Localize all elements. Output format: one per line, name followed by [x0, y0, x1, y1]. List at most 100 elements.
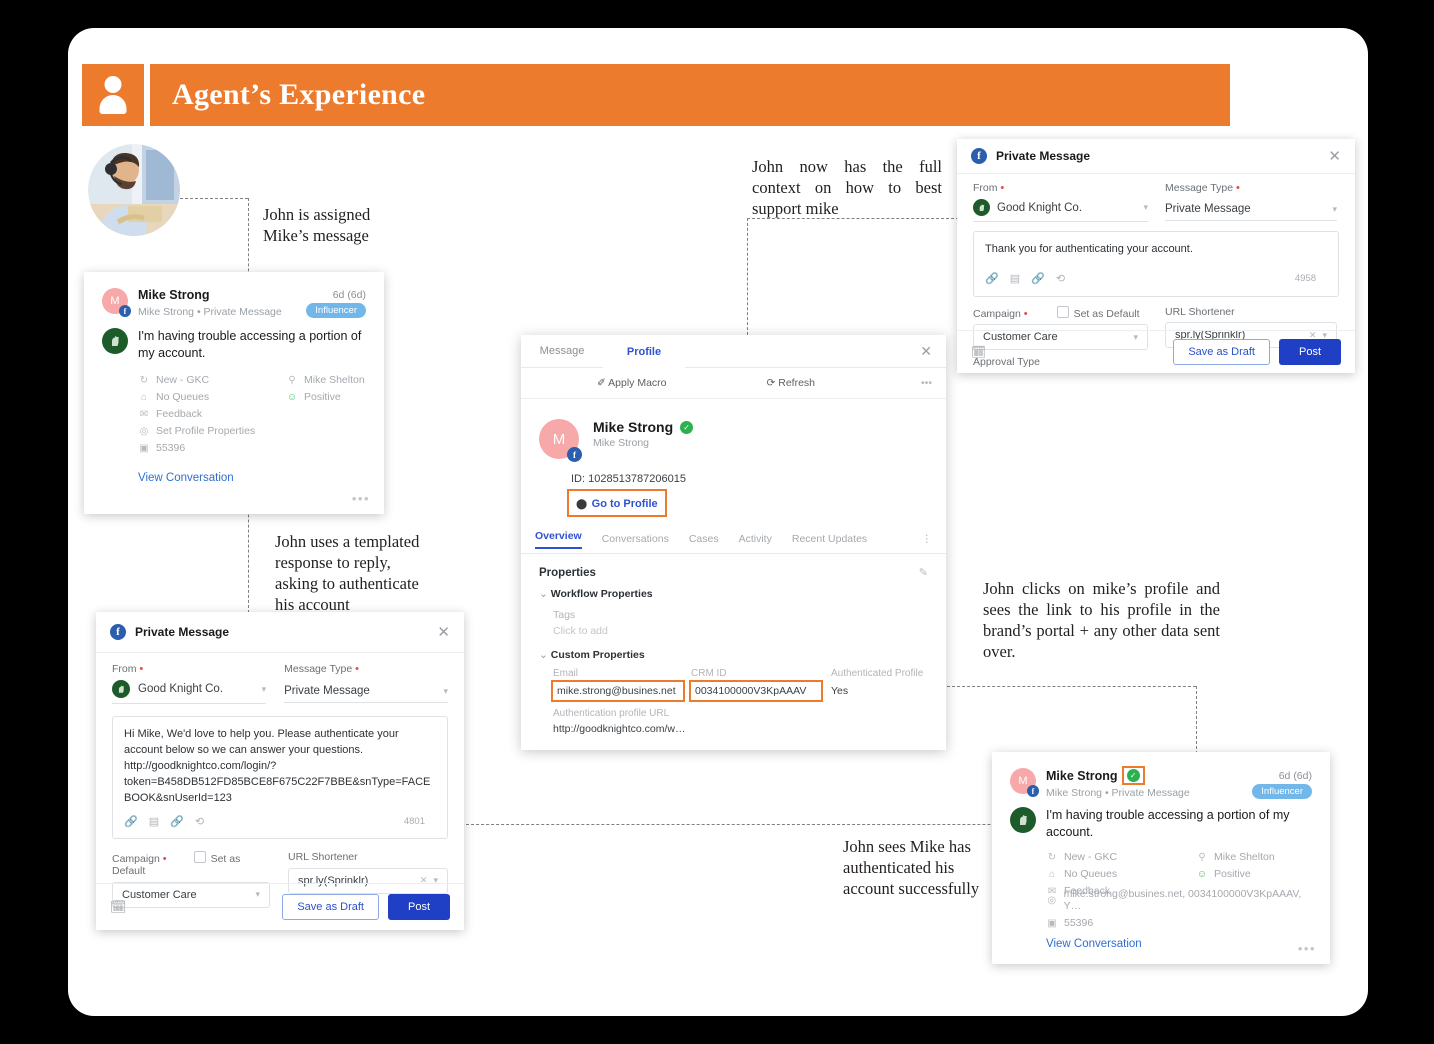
chevron-down-icon: ▾: [1332, 203, 1337, 214]
auth-url-value: http://goodknightco.com/w…: [553, 723, 686, 735]
more-options-icon[interactable]: •••: [352, 491, 370, 506]
link-icon[interactable]: 🔗: [124, 815, 138, 828]
attach-icon[interactable]: 🔗: [170, 815, 184, 828]
tab-cases[interactable]: Cases: [689, 533, 719, 545]
tab-recent-updates[interactable]: Recent Updates: [792, 533, 867, 545]
media-icon[interactable]: ▤: [149, 815, 159, 828]
editor-toolbar[interactable]: 🔗 ▤ 🔗 ⟲ 4801: [124, 815, 436, 828]
set-default-checkbox[interactable]: [1056, 306, 1069, 318]
more-options-icon[interactable]: •••: [1298, 941, 1316, 956]
message-card[interactable]: M f Mike Strong 6d (6d) Mike Strong • Pr…: [84, 272, 384, 514]
from-select[interactable]: Good Knight Co. ▾: [973, 194, 1148, 222]
link-icon[interactable]: 🔗: [985, 272, 999, 285]
message-editor[interactable]: Thank you for authenticating your accoun…: [973, 231, 1339, 297]
tab-activity[interactable]: Activity: [739, 533, 772, 545]
from-value: Good Knight Co.: [997, 201, 1083, 214]
facebook-badge-icon: f: [119, 305, 131, 317]
refresh-button[interactable]: ⟳ Refresh: [767, 377, 816, 389]
screenshot-root: Agent’s Experience John is assigned Mike…: [0, 0, 1434, 1044]
close-icon[interactable]: ✕: [437, 625, 450, 640]
compose-dialog-right[interactable]: f Private Message ✕ From • Good Knight C…: [957, 139, 1355, 373]
queue-icon: ⌂: [140, 391, 148, 403]
meta-assignee: ⚲ Mike Shelton: [286, 374, 364, 386]
note-profile: John clicks on mike’s profile and sees t…: [983, 579, 1220, 662]
profile-name: Mike Strong: [593, 419, 674, 435]
save-draft-button[interactable]: Save as Draft: [282, 894, 379, 920]
meta-profile-props: ◎ mike.strong@busines.net, 0034100000V3Kp…: [1047, 888, 1302, 913]
edit-icon[interactable]: ✎: [919, 566, 928, 579]
profile-id: ID: 1028513787206015: [571, 473, 686, 485]
message-type-label: Message Type •: [1165, 182, 1240, 194]
campaign-label: Campaign • Set as Default: [112, 850, 241, 877]
custom-properties-section[interactable]: ⌄ Custom Properties: [539, 649, 928, 661]
from-select[interactable]: Good Knight Co. ▾: [112, 675, 267, 704]
go-to-profile-link[interactable]: ⬤ Go to Profile: [567, 489, 667, 517]
contact-name: Mike Strong: [138, 288, 210, 302]
tab-profile[interactable]: Profile: [603, 335, 685, 367]
meta-queue: ⌂ No Queues: [138, 391, 286, 403]
attach-icon[interactable]: 🔗: [1031, 272, 1045, 285]
verified-icon: ✓: [680, 420, 694, 434]
facebook-icon: f: [971, 148, 987, 164]
asset-icon[interactable]: ⟲: [1056, 272, 1065, 285]
set-default-checkbox[interactable]: [193, 850, 206, 863]
view-conversation-link[interactable]: View Conversation: [1046, 938, 1312, 950]
view-conversation-link[interactable]: View Conversation: [138, 472, 366, 484]
message-type-select[interactable]: Private Message ▾: [1165, 194, 1337, 221]
compose-dialog-left[interactable]: f Private Message ✕ From • Good Knight C…: [96, 612, 464, 930]
tab-message[interactable]: Message: [521, 335, 603, 367]
asset-icon[interactable]: ⟲: [195, 815, 204, 828]
brand-avatar: [973, 199, 990, 216]
message-type-value: Private Message: [1165, 203, 1251, 215]
meta-id: ▣ 55396: [1047, 917, 1094, 930]
globe-icon: ⬤: [576, 499, 588, 510]
meta-assignee: ⚲ Mike Shelton: [1196, 851, 1274, 863]
auth-url-label: Authentication profile URL: [553, 708, 670, 719]
mail-icon: ✉: [139, 408, 149, 420]
editor-toolbar[interactable]: 🔗 ▤ 🔗 ⟲ 4958: [985, 272, 1327, 285]
post-button[interactable]: Post: [387, 894, 450, 920]
verified-highlight: ✓: [1121, 766, 1145, 785]
close-icon[interactable]: ✕: [1328, 149, 1341, 164]
queue-icon: ⌂: [1048, 868, 1056, 880]
shortener-label: URL Shortener: [1165, 306, 1235, 318]
status-badge: Influencer: [306, 303, 366, 318]
avatar: M f: [539, 419, 582, 462]
tab-conversations[interactable]: Conversations: [602, 533, 669, 545]
post-button[interactable]: Post: [1278, 339, 1341, 365]
message-card-authenticated[interactable]: M f Mike Strong ✓ 6d (6d) Mike Strong • …: [992, 752, 1330, 964]
more-options-icon[interactable]: •••: [921, 377, 932, 389]
set-default-label: Set as Default: [1073, 308, 1140, 320]
user-icon: ⚲: [1198, 851, 1206, 863]
dialog-title: Private Message: [135, 625, 230, 639]
schedule-icon[interactable]: 🗓: [110, 899, 127, 915]
save-draft-button[interactable]: Save as Draft: [1173, 339, 1270, 365]
chevron-down-icon: ▾: [443, 685, 448, 696]
tab-overview[interactable]: Overview: [535, 530, 582, 549]
refresh-icon: ⟳: [766, 377, 776, 389]
brand-avatar: [102, 328, 128, 354]
panel-tabs[interactable]: Message Profile ✕: [521, 335, 946, 368]
auth-profile-value: Yes: [831, 685, 849, 697]
media-icon[interactable]: ▤: [1010, 272, 1020, 285]
meta-status: ↻ New - GKC: [139, 374, 210, 387]
more-options-icon[interactable]: ⋮: [922, 533, 933, 545]
brand-avatar: [112, 680, 130, 698]
meta-id: ▣ 55396: [139, 442, 186, 455]
message-body: I'm having trouble accessing a portion o…: [1046, 808, 1290, 839]
contact-subtitle: Mike Strong • Private Message: [138, 305, 282, 318]
profile-panel[interactable]: Message Profile ✕ ✐ Apply Macro ⟳ Refres…: [521, 335, 946, 750]
connector-line: [747, 218, 748, 340]
connector-line: [947, 686, 1196, 687]
apply-macro-button[interactable]: ✐ Apply Macro: [597, 377, 667, 389]
schedule-icon[interactable]: 🗓: [971, 345, 986, 359]
meta-queue: ⌂ No Queues: [1046, 868, 1196, 880]
crm-id-value: 0034100000V3KpAAAV: [689, 680, 823, 702]
chevron-down-icon: ▾: [261, 683, 267, 694]
workflow-properties-section[interactable]: ⌄ Workflow Properties: [539, 588, 928, 600]
tags-input[interactable]: Click to add: [553, 625, 928, 637]
message-editor[interactable]: Hi Mike, We'd love to help you. Please a…: [112, 716, 448, 839]
verified-icon: ✓: [1126, 769, 1140, 782]
message-type-select[interactable]: Private Message ▾: [284, 675, 448, 703]
close-icon[interactable]: ✕: [906, 335, 946, 367]
